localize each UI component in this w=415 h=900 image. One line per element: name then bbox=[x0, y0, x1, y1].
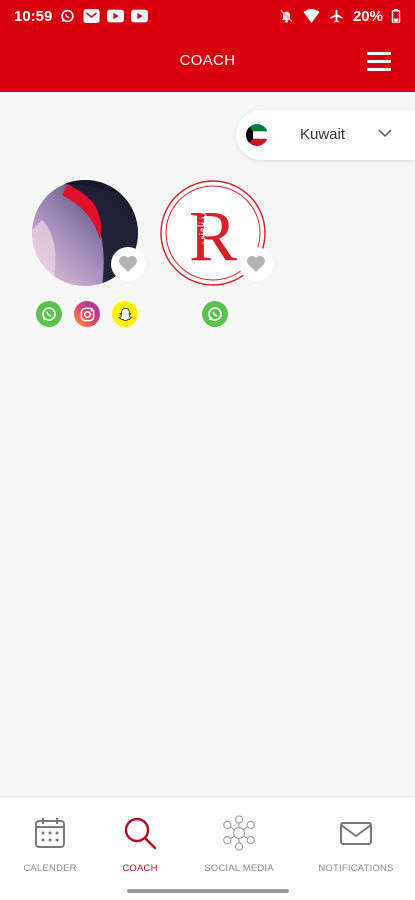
bottom-nav: CALENDER COACH SOCIAL MEDIA NOTIFICATION… bbox=[0, 796, 415, 900]
whatsapp-button[interactable] bbox=[36, 301, 62, 327]
page-title: COACH bbox=[179, 52, 236, 69]
app-header: COACH bbox=[0, 32, 415, 92]
calendar-icon bbox=[35, 818, 65, 848]
kuwait-flag-icon bbox=[246, 124, 268, 146]
nav-item-social-media[interactable]: SOCIAL MEDIA bbox=[189, 815, 289, 874]
country-selector[interactable]: Kuwait bbox=[236, 110, 415, 160]
wifi-icon bbox=[303, 9, 320, 23]
menu-button[interactable] bbox=[367, 52, 391, 72]
whatsapp-button[interactable] bbox=[202, 301, 228, 327]
social-network-icon bbox=[223, 815, 255, 851]
nav-item-notifications[interactable]: NOTIFICATIONS bbox=[306, 815, 406, 874]
search-icon bbox=[124, 817, 157, 850]
nav-label: COACH bbox=[122, 863, 158, 874]
home-indicator[interactable] bbox=[127, 889, 289, 893]
country-name: Kuwait bbox=[300, 126, 346, 143]
envelope-icon bbox=[340, 822, 372, 845]
instagram-button[interactable] bbox=[74, 301, 100, 327]
snapchat-icon bbox=[117, 307, 133, 321]
youtube-icon bbox=[107, 9, 125, 23]
battery-percent: 20% bbox=[352, 7, 383, 25]
whatsapp-icon bbox=[59, 9, 76, 23]
logo-text: رزنامتي bbox=[196, 212, 207, 244]
nav-item-calender[interactable]: CALENDER bbox=[0, 815, 100, 874]
heart-icon bbox=[247, 256, 265, 272]
nav-label: CALENDER bbox=[23, 863, 77, 874]
status-bar: 10:59 20% bbox=[0, 0, 415, 32]
favorite-button[interactable] bbox=[239, 247, 273, 281]
youtube-icon bbox=[131, 9, 149, 23]
mail-icon bbox=[83, 9, 100, 23]
instagram-icon bbox=[80, 307, 94, 321]
nav-item-coach[interactable]: COACH bbox=[90, 815, 190, 874]
nav-label: NOTIFICATIONS bbox=[318, 863, 394, 874]
snapchat-button[interactable] bbox=[112, 301, 138, 327]
mute-icon bbox=[278, 9, 295, 23]
status-time: 10:59 bbox=[14, 7, 53, 25]
heart-icon bbox=[119, 256, 137, 272]
airplane-icon bbox=[328, 9, 345, 23]
hamburger-icon bbox=[367, 52, 391, 55]
nav-label: SOCIAL MEDIA bbox=[204, 863, 274, 874]
battery-icon bbox=[391, 9, 401, 23]
whatsapp-icon bbox=[42, 307, 56, 321]
favorite-button[interactable] bbox=[111, 247, 145, 281]
chevron-down-icon bbox=[378, 129, 392, 138]
whatsapp-icon bbox=[208, 307, 222, 321]
